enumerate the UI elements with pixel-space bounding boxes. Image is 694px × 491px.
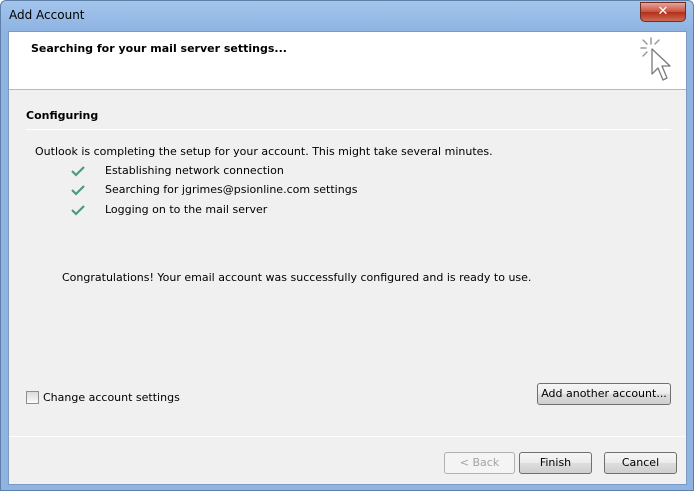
title-bar[interactable]: Add Account ✕ <box>1 1 693 31</box>
cancel-button[interactable]: Cancel <box>604 452 677 474</box>
setup-intro-text: Outlook is completing the setup for your… <box>35 145 493 158</box>
step-label: Establishing network connection <box>105 164 284 177</box>
checkbox-label[interactable]: Change account settings <box>43 391 180 404</box>
step-label: Logging on to the mail server <box>105 203 268 216</box>
check-icon <box>71 185 85 196</box>
dialog-client-area: Searching for your mail server settings.… <box>8 31 687 485</box>
footer-divider <box>9 436 686 437</box>
back-button[interactable]: < Back <box>444 452 515 474</box>
window-title: Add Account <box>9 8 85 22</box>
section-title: Configuring <box>26 109 99 122</box>
add-another-account-button[interactable]: Add another account... <box>537 383 671 405</box>
finish-button[interactable]: Finish <box>519 452 592 474</box>
section-divider <box>26 129 671 130</box>
success-message: Congratulations! Your email account was … <box>62 271 532 284</box>
checkbox-box[interactable] <box>26 391 39 404</box>
step-label: Searching for jgrimes@psionline.com sett… <box>105 183 358 196</box>
header-title: Searching for your mail server settings.… <box>31 42 287 55</box>
add-account-window: Add Account ✕ Searching for your mail se… <box>0 0 694 491</box>
close-button[interactable]: ✕ <box>640 2 686 22</box>
check-icon <box>71 205 85 216</box>
header-band: Searching for your mail server settings.… <box>9 32 686 90</box>
check-icon <box>71 166 85 177</box>
cursor-click-icon <box>640 37 671 81</box>
